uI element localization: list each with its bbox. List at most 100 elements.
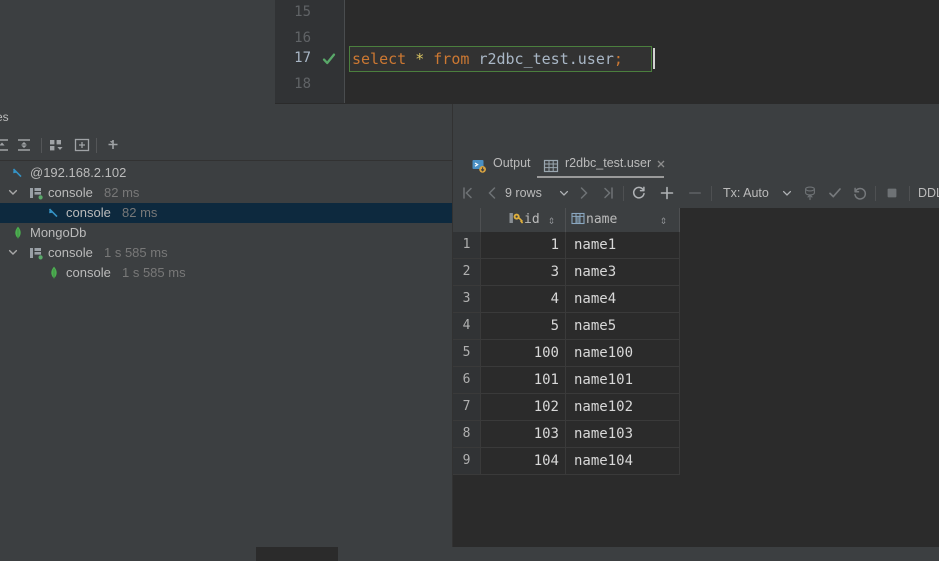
cell-id[interactable]: 3 [481,259,565,285]
status-bar [0,547,939,561]
tab-label: Output [493,156,531,170]
tree-item-host[interactable]: @192.168.2.102 [0,163,453,183]
column-header-id[interactable]: id [509,208,540,232]
line-number: 16 [294,30,311,46]
row-number: 5 [453,340,480,366]
gutter-line-15: 15 [275,0,345,26]
sql-keyword-select: select [352,50,407,68]
tree-item-console-2[interactable]: console 1 s 585 ms [0,263,453,283]
line-number: 17 [294,50,311,66]
cell-name[interactable]: name101 [572,367,679,393]
column-header-name[interactable]: name [571,208,617,232]
grid-column-divider [480,232,481,475]
line-number: 15 [294,4,311,20]
cell-id[interactable]: 104 [481,448,565,474]
services-panel-title: es [0,104,453,130]
column-header-label: name [586,212,618,227]
sort-indicator-id[interactable]: ⇕ [548,208,555,232]
last-page-icon[interactable] [599,184,617,202]
cell-name[interactable]: name1 [572,232,679,258]
console-session-icon [28,185,44,201]
sql-table-reference: r2dbc_test.user [478,50,614,68]
table-icon [543,155,559,173]
result-grid[interactable]: id ⇕ name ⇕ 1 1 name1 2 3 name3 3 4 name… [453,208,939,547]
sql-star: * [415,50,425,68]
add-row-icon[interactable] [658,184,676,202]
row-number: 8 [453,421,480,447]
row-number: 4 [453,313,480,339]
first-page-icon[interactable] [459,184,477,202]
tree-item-duration: 1 s 585 ms [122,265,186,280]
next-page-icon[interactable] [575,184,593,202]
tree-item-label: @192.168.2.102 [30,165,127,180]
header-separator [480,208,481,232]
sql-semicolon: ; [613,50,623,68]
run-statement-icon[interactable] [321,51,337,67]
cell-name[interactable]: name4 [572,286,679,312]
services-tree[interactable]: @192.168.2.102 console 82 ms console 82 … [0,161,453,547]
toolbar-separator-2 [96,138,97,153]
tree-item-duration: 82 ms [122,205,158,220]
cell-id[interactable]: 103 [481,421,565,447]
row-number: 1 [453,232,480,258]
tree-item-label: MongoDb [30,225,87,240]
toolbar-separator-5 [875,186,876,201]
tree-item-mongodb[interactable]: MongoDb [0,223,453,243]
reload-icon[interactable] [630,184,648,202]
cell-name[interactable]: name102 [572,394,679,420]
ide-window: 15 16 17 18 select * from r2dbc_test.use… [0,0,939,561]
services-panel: es [0,104,453,547]
cell-id[interactable]: 101 [481,367,565,393]
cell-id[interactable]: 102 [481,394,565,420]
output-icon [471,155,487,173]
tree-item-duration: 82 ms [104,185,140,200]
close-icon[interactable] [655,157,667,169]
text-caret [653,48,655,69]
status-bar-active-chunk[interactable] [256,547,338,561]
grid-header-row: id ⇕ name ⇕ [453,208,680,232]
add-frame-icon[interactable] [72,136,92,154]
tree-item-console-session-1[interactable]: console 82 ms [0,183,453,203]
cell-name[interactable]: name104 [572,448,679,474]
prev-page-icon[interactable] [483,184,501,202]
cell-id[interactable]: 100 [481,340,565,366]
expand-all-icon[interactable] [0,136,12,154]
cell-name[interactable]: name3 [572,259,679,285]
cell-name[interactable]: name5 [572,313,679,339]
query-console-icon [10,165,26,181]
row-count-label[interactable]: 9 rows [505,185,542,202]
cell-name[interactable]: name100 [572,340,679,366]
services-toolbar [0,130,453,161]
sql-statement-line[interactable]: select * from r2dbc_test.user; [352,46,623,72]
results-tab-bar: Output r2dbc_test.user [453,148,939,178]
collapse-all-icon[interactable] [14,136,34,154]
cell-id[interactable]: 5 [481,313,565,339]
chevron-down-icon[interactable] [555,184,573,202]
cell-id[interactable]: 1 [481,232,565,258]
delete-row-icon[interactable] [686,184,704,202]
db-submit-icon[interactable] [801,184,819,202]
rollback-icon[interactable] [851,184,869,202]
stop-icon[interactable] [883,184,901,202]
twisty-expanded-icon[interactable] [8,243,18,263]
tree-item-console-session-2[interactable]: console 1 s 585 ms [0,243,453,263]
sort-indicator-name[interactable]: ⇕ [660,208,667,232]
grid-column-divider-3 [679,232,680,475]
tree-item-console-1-selected[interactable]: console 82 ms [0,203,453,223]
add-icon[interactable] [104,136,124,154]
group-by-icon[interactable] [46,136,66,154]
tree-item-label: console [48,185,93,200]
commit-icon[interactable] [826,184,844,202]
ddl-button[interactable]: DDL [918,185,939,202]
cell-name[interactable]: name103 [572,421,679,447]
toolbar-separator-3 [623,186,624,201]
sql-editor: 15 16 17 18 select * from r2dbc_test.use… [0,0,939,104]
sql-keyword-from: from [433,50,470,68]
transaction-mode-label[interactable]: Tx: Auto [723,185,769,202]
twisty-expanded-icon[interactable] [8,183,18,203]
chevron-down-icon[interactable] [778,184,796,202]
cell-id[interactable]: 4 [481,286,565,312]
services-title-text: es [0,110,9,124]
row-number: 9 [453,448,480,474]
tree-item-duration: 1 s 585 ms [104,245,168,260]
